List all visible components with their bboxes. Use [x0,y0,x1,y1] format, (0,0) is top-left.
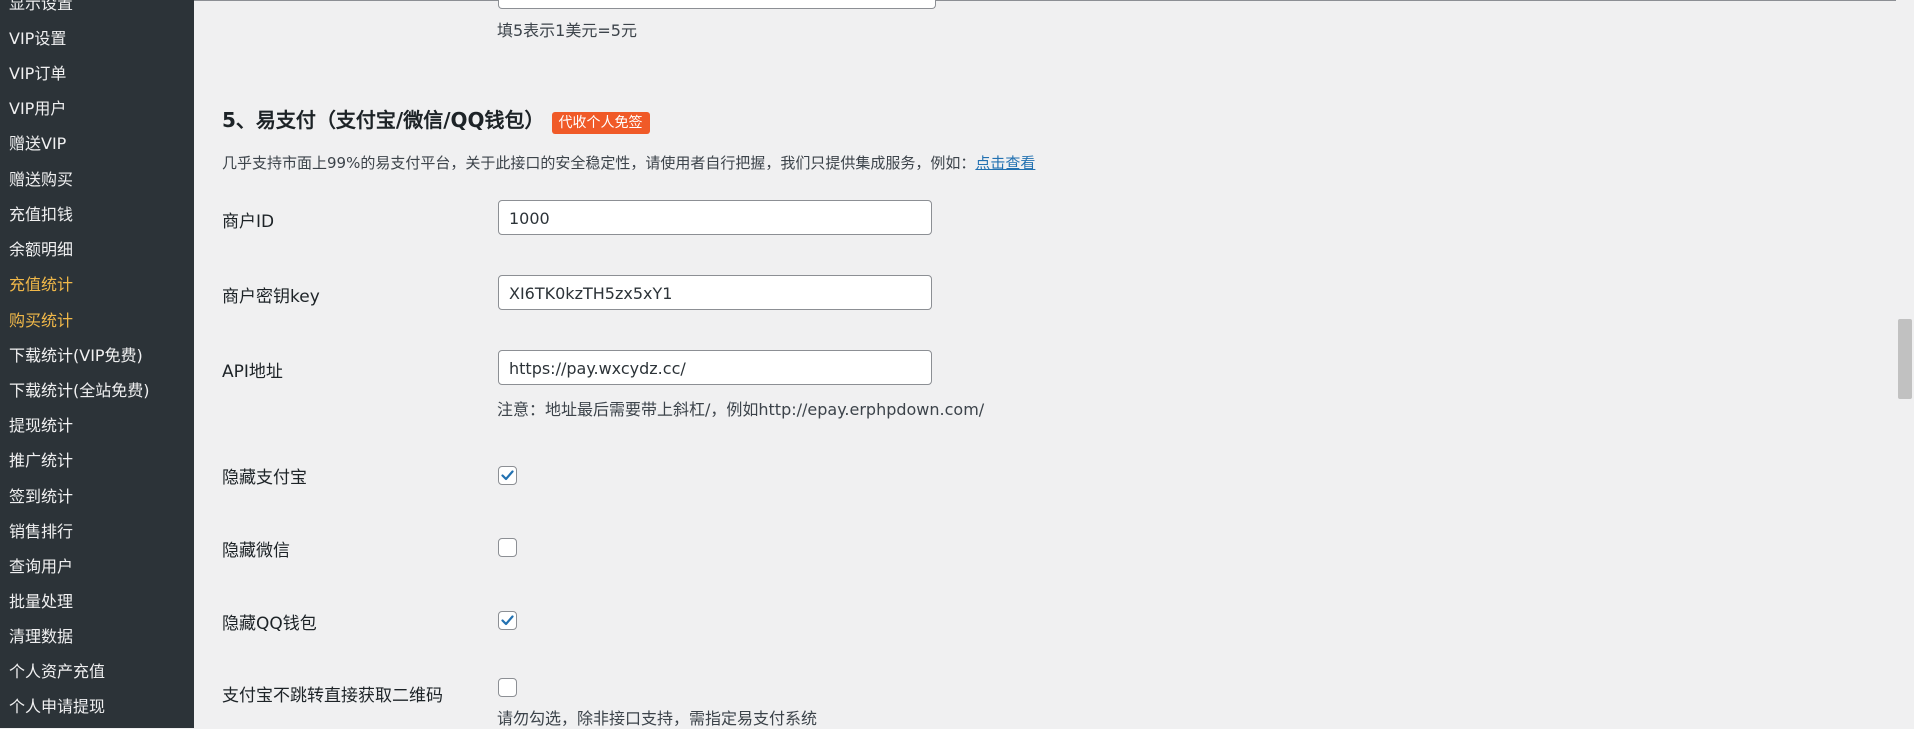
section-title: 5、易支付（支付宝/微信/QQ钱包） 代收个人免签 [222,104,650,134]
sidebar-item-promo-stats[interactable]: 推广统计 [9,451,73,471]
sidebar-item-display-settings[interactable]: 显示设置 [9,0,73,14]
top-divider [194,0,1914,1]
sidebar-item-download-stats-vip[interactable]: 下载统计(VIP免费) [9,346,143,366]
personal-badge: 代收个人免签 [551,112,650,134]
hide-qq-label: 隐藏QQ钱包 [222,614,317,634]
section-title-text: 5、易支付（支付宝/微信/QQ钱包） [222,108,545,132]
scrollbar-thumb[interactable] [1898,319,1912,399]
view-example-link[interactable]: 点击查看 [975,154,1035,172]
api-url-input[interactable]: https://pay.wxcydz.cc/ [498,350,932,385]
hide-alipay-label: 隐藏支付宝 [222,468,307,488]
api-url-label: API地址 [222,362,283,382]
alipay-qrcode-checkbox[interactable] [498,678,517,697]
sidebar-item-recharge-deduct[interactable]: 充值扣钱 [9,205,73,225]
sidebar-item-vip-settings[interactable]: VIP设置 [9,29,66,49]
sidebar-item-query-user[interactable]: 查询用户 [9,557,73,577]
exchange-rate-input[interactable] [498,0,936,9]
sidebar-item-purchase-stats[interactable]: 购买统计 [9,311,73,331]
merchant-id-input[interactable]: 1000 [498,200,932,235]
api-url-note: 注意：地址最后需要带上斜杠/，例如http://epay.erphpdown.c… [497,400,985,419]
merchant-key-input[interactable]: XI6TK0kzTH5zx5xY1 [498,275,932,310]
sidebar-item-gift-vip[interactable]: 赠送VIP [9,134,66,154]
sidebar-item-sales-ranking[interactable]: 销售排行 [9,522,73,542]
merchant-key-label: 商户密钥key [222,287,320,307]
exchange-rate-note: 填5表示1美元=5元 [497,21,637,40]
sidebar-item-batch-process[interactable]: 批量处理 [9,592,73,612]
section-intro: 几乎支持市面上99%的易支付平台，关于此接口的安全稳定性，请使用者自行把握，我们… [222,152,1035,173]
sidebar-item-checkin-stats[interactable]: 签到统计 [9,487,73,507]
admin-sidebar: 显示设置 VIP设置 VIP订单 VIP用户 赠送VIP 赠送购买 充值扣钱 余… [0,0,194,728]
check-icon [501,615,514,626]
intro-text: 几乎支持市面上99%的易支付平台，关于此接口的安全稳定性，请使用者自行把握，我们… [222,154,976,172]
sidebar-item-personal-recharge[interactable]: 个人资产充值 [9,662,105,682]
sidebar-item-withdraw-stats[interactable]: 提现统计 [9,416,73,436]
sidebar-item-gift-purchase[interactable]: 赠送购买 [9,170,73,190]
sidebar-item-personal-withdraw[interactable]: 个人申请提现 [9,697,105,717]
settings-main: 填5表示1美元=5元 5、易支付（支付宝/微信/QQ钱包） 代收个人免签 几乎支… [194,0,1914,728]
check-icon [501,470,514,481]
merchant-id-label: 商户ID [222,212,275,232]
sidebar-item-balance-details[interactable]: 余额明细 [9,240,73,260]
hide-alipay-checkbox[interactable] [498,466,517,485]
hide-qq-checkbox[interactable] [498,611,517,630]
alipay-qrcode-note: 请勿勾选，除非接口支持，需指定易支付系统 [497,709,818,728]
sidebar-item-download-stats-site[interactable]: 下载统计(全站免费) [9,381,150,401]
alipay-qrcode-label: 支付宝不跳转直接获取二维码 [222,686,443,706]
sidebar-item-clean-data[interactable]: 清理数据 [9,627,73,647]
page-scrollbar[interactable] [1896,0,1914,728]
hide-wechat-checkbox[interactable] [498,538,517,557]
sidebar-item-vip-users[interactable]: VIP用户 [9,99,66,119]
sidebar-item-recharge-stats[interactable]: 充值统计 [9,275,73,295]
sidebar-item-vip-orders[interactable]: VIP订单 [9,64,66,84]
hide-wechat-label: 隐藏微信 [222,541,290,561]
